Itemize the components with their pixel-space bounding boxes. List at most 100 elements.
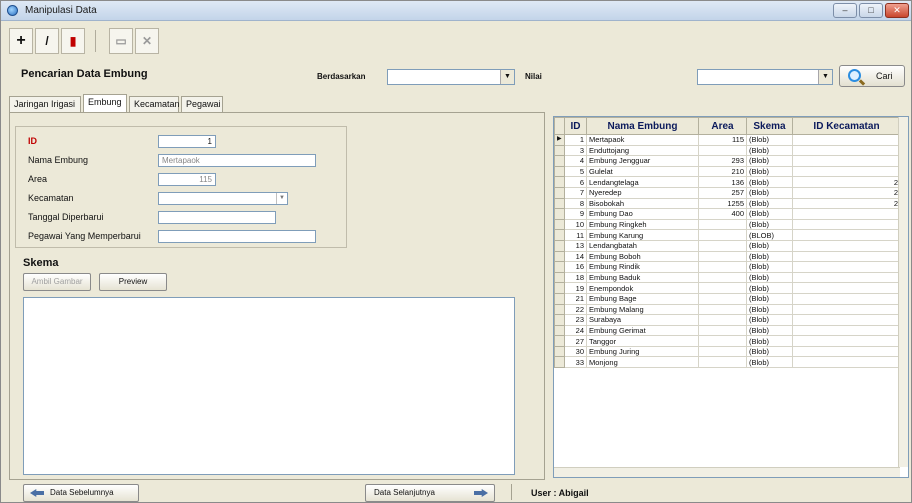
minimize-button[interactable]: – [833,3,857,18]
tanggal-field[interactable] [158,211,276,224]
cell-id[interactable]: 6 [564,176,587,188]
cell-kecamatan[interactable] [792,356,901,369]
cell-kecamatan[interactable] [792,165,901,178]
cari-button[interactable]: Cari [839,65,905,87]
table-row[interactable]: 7 Nyeredep 257 (Blob) 2 [554,186,901,199]
cell-area[interactable] [698,218,747,231]
cell-kecamatan[interactable] [792,271,901,284]
cell-kecamatan[interactable]: 2 [792,197,901,210]
cell-nama[interactable]: Embung Boboh [586,250,699,263]
table-row[interactable]: 27 Tanggor (Blob) [554,335,901,347]
row-selector[interactable] [554,345,565,358]
cell-skema[interactable]: (Blob) [746,186,793,199]
cell-area[interactable] [698,292,747,305]
cancel-icon[interactable]: ✕ [135,28,159,54]
cell-id[interactable]: 5 [564,165,587,178]
cell-id[interactable]: 3 [564,144,587,157]
row-selector[interactable] [554,208,565,220]
cell-id[interactable]: 23 [564,314,587,326]
tab-pegawai[interactable]: Pegawai [181,96,223,112]
cell-skema[interactable]: (Blob) [746,345,793,358]
cell-skema[interactable]: (Blob) [746,197,793,210]
add-icon[interactable]: + [9,28,33,54]
table-row[interactable]: 18 Embung Baduk (Blob) [554,271,901,284]
cell-skema[interactable]: (Blob) [746,335,793,347]
row-selector[interactable] [554,303,565,316]
cell-id[interactable]: 7 [564,186,587,199]
cell-area[interactable]: 210 [698,165,747,178]
cell-kecamatan[interactable] [792,324,901,337]
table-row[interactable]: 11 Embung Karung (BLOB) [554,229,901,241]
cell-id[interactable]: 21 [564,292,587,305]
prev-button[interactable]: Data Sebelumnya [23,484,139,502]
table-row[interactable]: 9 Embung Dao 400 (Blob) [554,208,901,220]
cell-kecamatan[interactable] [792,229,901,241]
nilai-select[interactable]: ▼ [697,69,833,85]
cell-area[interactable] [698,250,747,263]
table-row[interactable]: 8 Bisobokah 1255 (Blob) 2 [554,197,901,210]
cell-skema[interactable]: (Blob) [746,261,793,273]
table-row[interactable]: 23 Surabaya (Blob) [554,314,901,326]
row-selector[interactable]: ▶ [554,134,565,146]
table-row[interactable]: 16 Embung Rindik (Blob) [554,261,901,273]
cell-nama[interactable]: Enduttojang [586,144,699,157]
cell-skema[interactable]: (Blob) [746,218,793,231]
row-selector[interactable] [554,292,565,305]
cell-skema[interactable]: (Blob) [746,282,793,294]
cell-id[interactable]: 11 [564,229,587,241]
cell-area[interactable] [698,356,747,369]
cell-id[interactable]: 9 [564,208,587,220]
cell-kecamatan[interactable] [792,282,901,294]
table-row[interactable]: 10 Embung Ringkeh (Blob) [554,218,901,231]
embung-grid[interactable]: ID Nama Embung Area Skema ID Kecamatan ▶… [553,116,909,478]
cell-nama[interactable]: Embung Ringkeh [586,218,699,231]
cell-id[interactable]: 16 [564,261,587,273]
cell-area[interactable]: 115 [698,134,747,146]
table-row[interactable]: 13 Lendangbatah (Blob) [554,239,901,252]
cell-id[interactable]: 22 [564,303,587,316]
column-header-skema[interactable]: Skema [746,117,793,135]
cell-area[interactable] [698,282,747,294]
cell-id[interactable]: 19 [564,282,587,294]
cell-id[interactable]: 18 [564,271,587,284]
next-button[interactable]: Data Selanjutnya [365,484,495,502]
delete-icon[interactable]: ▮ [61,28,85,54]
cell-id[interactable]: 33 [564,356,587,369]
column-header-nama[interactable]: Nama Embung [586,117,699,135]
cell-nama[interactable]: Monjong [586,356,699,369]
cell-skema[interactable]: (Blob) [746,239,793,252]
cell-area[interactable] [698,144,747,157]
cell-id[interactable]: 24 [564,324,587,337]
cell-id[interactable]: 4 [564,155,587,167]
cell-kecamatan[interactable] [792,134,901,146]
row-selector[interactable] [554,324,565,337]
cell-area[interactable]: 136 [698,176,747,188]
edit-icon[interactable]: / [35,28,59,54]
cell-id[interactable]: 14 [564,250,587,263]
cell-skema[interactable]: (Blob) [746,250,793,263]
cell-kecamatan[interactable] [792,250,901,263]
pegawai-field[interactable] [158,230,316,243]
cell-id[interactable]: 13 [564,239,587,252]
cell-area[interactable]: 400 [698,208,747,220]
cell-id[interactable]: 1 [564,134,587,146]
maximize-button[interactable]: □ [859,3,883,18]
cell-nama[interactable]: Embung Malang [586,303,699,316]
tab-embung[interactable]: Embung [83,94,127,112]
cell-skema[interactable]: (Blob) [746,356,793,369]
cell-nama[interactable]: Surabaya [586,314,699,326]
tab-jaringan-irigasi[interactable]: Jaringan Irigasi [9,96,81,112]
cell-nama[interactable]: Embung Dao [586,208,699,220]
cell-nama[interactable]: Tanggor [586,335,699,347]
table-row[interactable]: 33 Monjong (Blob) [554,356,901,369]
cell-skema[interactable]: (Blob) [746,144,793,157]
close-button[interactable]: ✕ [885,3,909,18]
nama-embung-field[interactable]: Mertapaok [158,154,316,167]
cell-nama[interactable]: Embung Baduk [586,271,699,284]
column-header-area[interactable]: Area [698,117,747,135]
cell-skema[interactable]: (Blob) [746,292,793,305]
cell-nama[interactable]: Embung Jengguar [586,155,699,167]
cell-skema[interactable]: (Blob) [746,324,793,337]
cell-kecamatan[interactable]: 2 [792,176,901,188]
cell-id[interactable]: 10 [564,218,587,231]
